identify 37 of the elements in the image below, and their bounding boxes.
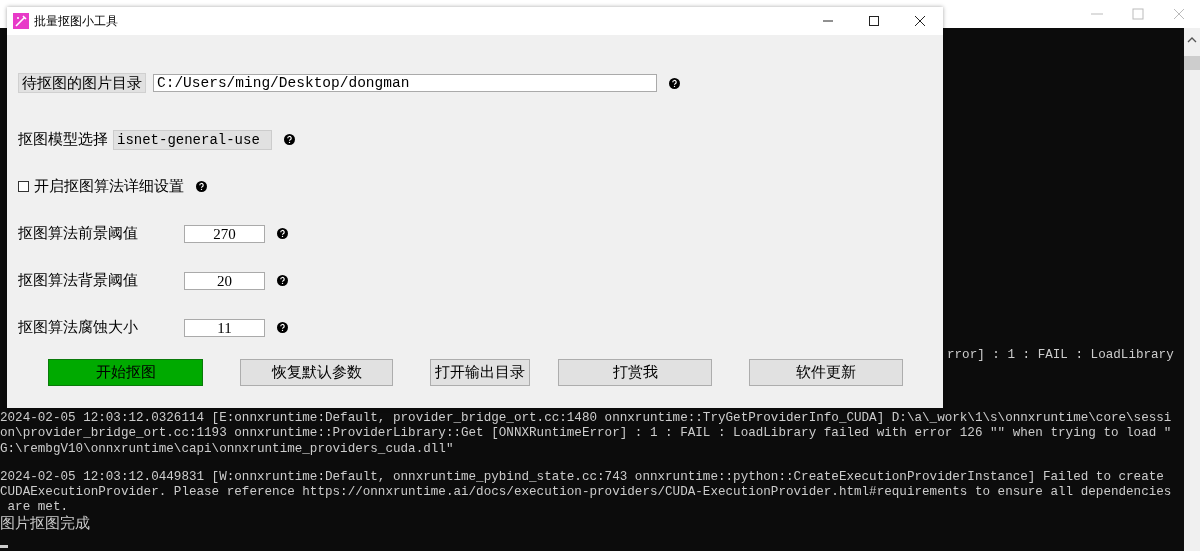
action-button[interactable]: 打开输出目录 <box>430 359 530 386</box>
app-icon <box>13 13 29 29</box>
console-line: are met. <box>6 500 69 515</box>
checkbox-label[interactable]: 开启抠图算法详细设置 <box>34 177 184 196</box>
window-title: 批量抠图小工具 <box>34 12 118 30</box>
field-label: 抠图模型选择 <box>18 130 108 149</box>
help-icon[interactable] <box>277 322 288 333</box>
field-label: 抠图算法前景阈值 <box>18 224 139 243</box>
checkbox[interactable] <box>18 181 29 192</box>
action-button[interactable]: 打赏我 <box>558 359 712 386</box>
console-line: on\provider_bridge_ort.cc:1193 onnxruntime::ProviderLibrary::Get [ONNXRuntimeError] : 1 : FAIL : LoadLibrary failed with error 126 "" when trying to load " <box>0 426 1172 442</box>
action-button[interactable]: 软件更新 <box>749 359 903 386</box>
number-field[interactable]: 20 <box>184 271 265 290</box>
console-line: G:\rembgV10\onnxruntime\capi\onnxruntime_providers_cuda.dll" <box>0 441 454 457</box>
folder-path-field[interactable]: C:/Users/ming/Desktop/dongman <box>153 74 657 92</box>
console-line: 图片抠图完成 <box>0 515 90 533</box>
scrollbar-thumb[interactable] <box>1184 56 1200 70</box>
text-cursor <box>0 544 8 548</box>
console-line: 2024-02-05 12:03:12.0326114 [E:onnxruntime:Default, provider_bridge_ort.cc:1480 onnxruntime::TryGetProviderInfo_CUDA] D:\a\_work\1\s\onnxruntime\core\sessi <box>0 411 1172 427</box>
help-icon[interactable] <box>669 77 680 89</box>
start-button[interactable]: 开始抠图 <box>48 359 203 386</box>
help-icon[interactable] <box>277 275 288 286</box>
console-line: rror] : 1 : FAIL : LoadLibrary <box>947 347 1174 363</box>
model-dropdown[interactable]: isnet-general-use <box>113 129 272 150</box>
console-line: 2024-02-05 12:03:12.0449831 [W:onnxruntime:Default, onnxruntime_pybind_state.cc:743 onnxruntime::python::CreateExecutionProviderInstance] Failed to create <box>0 469 1164 486</box>
scroll-up-icon[interactable] <box>1187 36 1197 44</box>
help-icon[interactable] <box>284 134 295 145</box>
console-line: CUDAExecutionProvider. Please reference https://onnxruntime.ai/docs/execution-providers/CUDA-ExecutionProvider.html#requirements to ensure all dependencies <box>0 485 1172 501</box>
help-icon[interactable] <box>196 181 207 192</box>
field-label: 抠图算法背景阈值 <box>18 271 139 290</box>
number-field[interactable]: 270 <box>184 224 265 243</box>
number-field[interactable]: 11 <box>184 318 265 337</box>
help-icon[interactable] <box>277 228 288 239</box>
action-button[interactable]: 恢复默认参数 <box>240 359 393 386</box>
scrollbar[interactable] <box>1184 28 1200 551</box>
folder-button[interactable]: 待抠图的图片目录 <box>18 73 146 93</box>
field-label: 抠图算法腐蚀大小 <box>18 318 139 337</box>
